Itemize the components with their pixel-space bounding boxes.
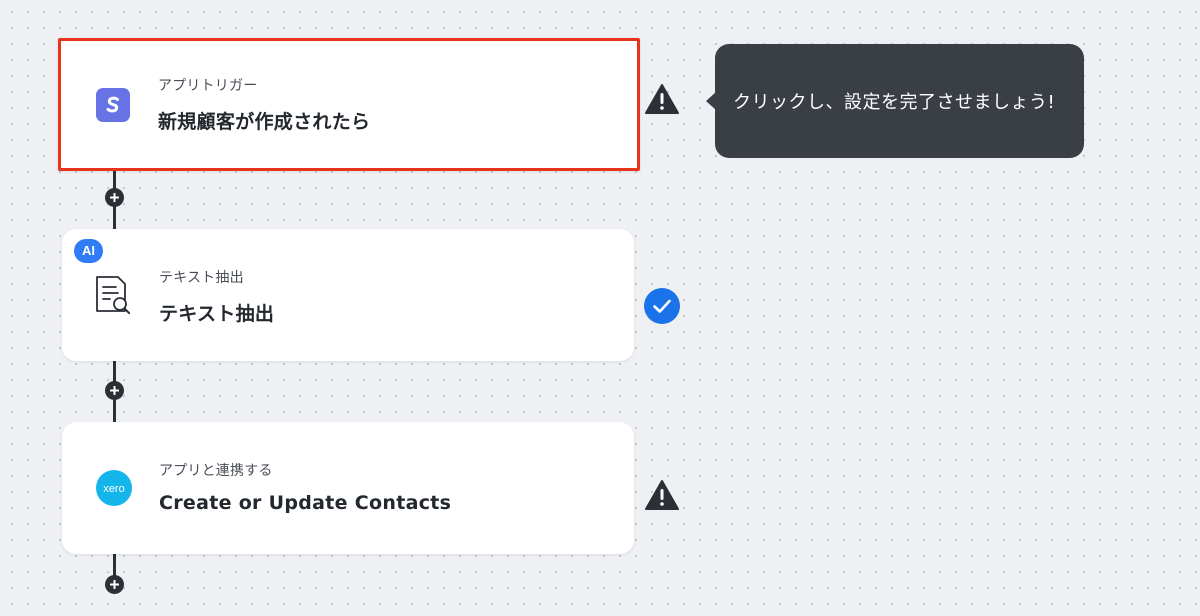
document-search-icon bbox=[94, 275, 134, 315]
add-step-button[interactable] bbox=[105, 575, 124, 594]
warning-icon[interactable] bbox=[643, 476, 681, 514]
tooltip-text: クリックし、設定を完了させましょう! bbox=[733, 92, 1056, 113]
plus-icon bbox=[110, 386, 119, 395]
step-title: テキスト抽出 bbox=[159, 303, 275, 325]
flow-step-xero-action[interactable]: xero アプリと連携する Create or Update Contacts bbox=[62, 422, 634, 554]
flow-step-trigger[interactable]: アプリトリガー 新規顧客が作成されたら bbox=[58, 38, 640, 171]
warning-icon[interactable] bbox=[643, 80, 681, 118]
stripe-s-icon bbox=[93, 85, 133, 125]
add-step-button[interactable] bbox=[105, 381, 124, 400]
check-complete-icon bbox=[643, 287, 681, 325]
step-type-label: アプリトリガー bbox=[158, 78, 258, 94]
step-title: 新規顧客が作成されたら bbox=[158, 111, 371, 133]
step-type-label: アプリと連携する bbox=[159, 463, 273, 479]
xero-icon: xero bbox=[94, 468, 134, 508]
plus-icon bbox=[110, 580, 119, 589]
setup-hint-tooltip: クリックし、設定を完了させましょう! bbox=[715, 44, 1084, 158]
step-title: Create or Update Contacts bbox=[159, 492, 452, 514]
flow-step-text-extraction[interactable]: AI テキスト抽出 テキスト抽出 bbox=[62, 229, 634, 361]
add-step-button[interactable] bbox=[105, 188, 124, 207]
plus-icon bbox=[110, 193, 119, 202]
step-type-label: テキスト抽出 bbox=[159, 270, 244, 286]
ai-badge: AI bbox=[74, 239, 103, 263]
svg-text:xero: xero bbox=[103, 483, 124, 495]
